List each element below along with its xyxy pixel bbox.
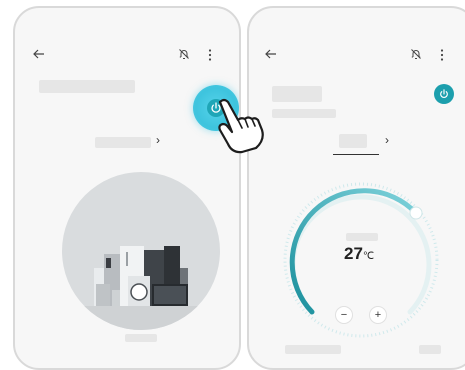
footer-placeholder — [125, 334, 157, 342]
phone-screen-after: › 27℃ − + — [247, 6, 465, 370]
more-vertical-icon[interactable] — [208, 49, 212, 61]
power-icon — [440, 89, 448, 98]
phone-screen-before: › — [13, 6, 241, 370]
temperature-unit: ℃ — [362, 251, 375, 262]
mode-chevron-icon[interactable]: › — [156, 133, 160, 147]
temperature-readout: 27℃ — [344, 244, 374, 264]
power-button[interactable] — [434, 84, 454, 104]
mode-chevron-icon[interactable]: › — [385, 133, 389, 147]
footer-placeholder — [285, 345, 341, 354]
hand-pointer-icon — [218, 98, 264, 154]
more-vertical-icon[interactable] — [440, 49, 444, 61]
back-arrow-icon[interactable] — [33, 49, 45, 59]
bell-icon[interactable] — [410, 48, 422, 60]
temperature-label-placeholder — [346, 233, 378, 241]
home-appliances-illustration — [62, 172, 220, 330]
mode-underline — [333, 154, 379, 155]
mode-placeholder[interactable] — [95, 137, 151, 148]
device-name-placeholder — [272, 86, 322, 102]
device-status-placeholder — [272, 109, 336, 118]
decrease-temperature-button[interactable]: − — [335, 306, 353, 324]
footer-placeholder — [419, 345, 441, 354]
temperature-value: 27 — [344, 244, 363, 263]
increase-temperature-button[interactable]: + — [369, 306, 387, 324]
back-arrow-icon[interactable] — [265, 49, 277, 59]
device-name-placeholder — [39, 80, 135, 93]
mode-placeholder[interactable] — [339, 134, 367, 148]
bell-icon[interactable] — [178, 48, 190, 60]
